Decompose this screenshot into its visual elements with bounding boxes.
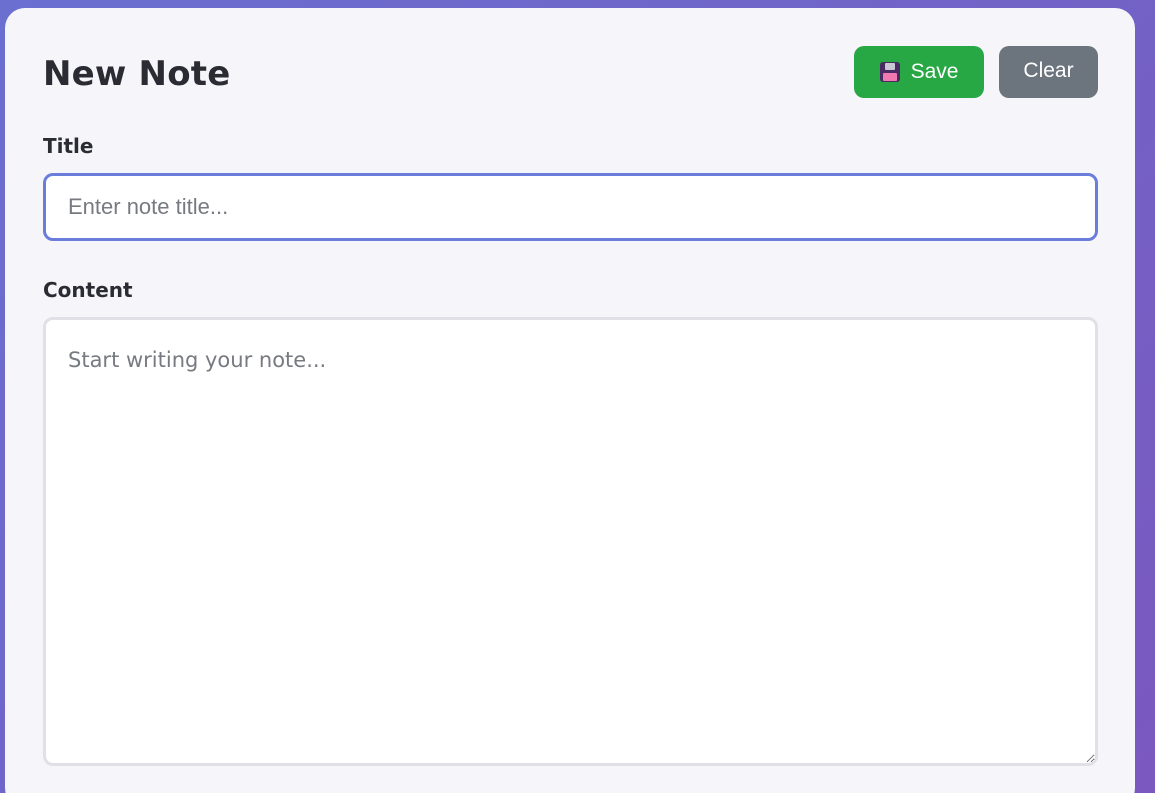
title-input[interactable]: [43, 173, 1098, 241]
content-field-label: Content: [43, 278, 133, 302]
save-button[interactable]: Save: [854, 46, 984, 98]
page-title: New Note: [43, 54, 231, 94]
title-field-label: Title: [43, 134, 94, 158]
clear-button-label: Clear: [1023, 59, 1074, 82]
note-editor-card: New Note Save Clear Title Content: [5, 8, 1135, 793]
clear-button[interactable]: Clear: [999, 46, 1098, 98]
floppy-disk-icon: [879, 62, 900, 82]
content-textarea[interactable]: [43, 317, 1098, 766]
save-button-label: Save: [910, 60, 959, 83]
